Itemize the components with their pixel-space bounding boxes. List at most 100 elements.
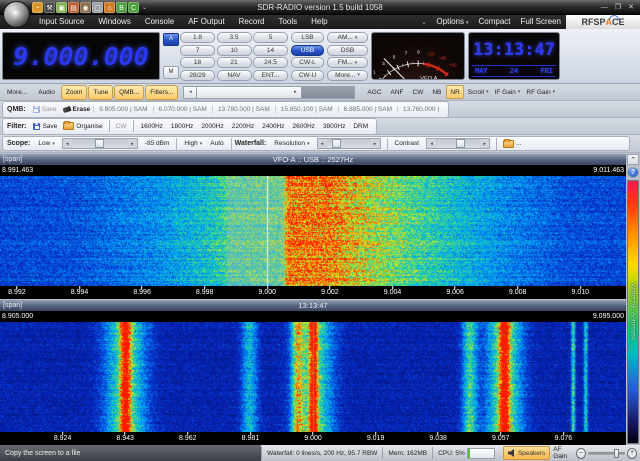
menu-item[interactable]: Console — [138, 15, 181, 29]
qmb-erase-button[interactable]: Erase — [60, 106, 94, 113]
timer-icon[interactable]: ◔ — [32, 2, 43, 13]
ribbon-chevron-icon[interactable]: ⌄ — [416, 19, 431, 26]
toolbar-button[interactable]: Zoom — [61, 85, 88, 100]
slider-thumb[interactable] — [614, 449, 619, 458]
menu-item[interactable]: Record — [232, 15, 272, 29]
waterfall-scheme-button[interactable]: ... — [500, 140, 524, 148]
waterfall1-span-label[interactable]: [span] — [3, 156, 22, 163]
frequency-display[interactable]: 9.000.000 — [2, 32, 160, 80]
keypad-button[interactable]: 3.5 — [217, 32, 252, 43]
slider-left-icon[interactable]: ◂ — [63, 141, 72, 147]
menu-item[interactable]: Help — [304, 15, 334, 29]
keypad-button[interactable]: 7 — [180, 45, 215, 56]
dsp-toggle[interactable]: NR — [446, 85, 463, 99]
gain-dropdown[interactable]: RF Gain▾ — [523, 86, 558, 98]
waterfall-colorbar[interactable]: Waterfall: Automatic — [627, 180, 639, 444]
dsp-toggle[interactable]: CW — [409, 85, 428, 99]
calendar-icon[interactable]: ▤ — [68, 2, 79, 13]
qmb-memory-button[interactable]: 13.760.000 | — [397, 106, 444, 113]
slider-thumb[interactable] — [95, 139, 104, 148]
toolbar-button[interactable]: QMB... — [114, 85, 144, 100]
filter-organise-button[interactable]: Organise — [60, 122, 105, 130]
speakers-button[interactable]: Speakers — [503, 446, 550, 460]
slider-right-icon[interactable]: ▸ — [128, 141, 137, 147]
collapse-icon[interactable]: ⌃ — [627, 154, 639, 165]
gain-dropdown[interactable]: Scroll▾ — [465, 86, 492, 98]
keypad-button[interactable]: ENT... — [253, 70, 288, 81]
mode-button[interactable]: LSB — [291, 32, 324, 43]
waterfall2-span-label[interactable]: [span] — [3, 302, 22, 309]
contacts-icon[interactable]: ◉ — [80, 2, 91, 13]
menu-item[interactable]: AF Output — [181, 15, 231, 29]
scope-dbm-button[interactable]: -85 dBm — [141, 137, 174, 150]
slider-right-icon[interactable]: ▸ — [371, 141, 380, 147]
memory-button[interactable]: M — [163, 66, 179, 79]
keypad-button[interactable]: 18 — [180, 57, 215, 68]
filter-width-button[interactable]: 1800Hz — [167, 123, 197, 130]
tools-icon[interactable]: ⚒ — [44, 2, 55, 13]
scroll-left-icon[interactable]: ◂ — [184, 87, 197, 98]
vfo-a-button[interactable]: A — [163, 33, 179, 46]
filter-width-button[interactable]: 2400Hz — [258, 123, 288, 130]
menu-right-item[interactable]: Options▾ — [431, 15, 473, 30]
filter-width-button[interactable]: 1600Hz — [137, 123, 167, 130]
qmb-memory-button[interactable]: 6.885.000 | SAM — [338, 106, 397, 113]
keypad-button[interactable]: 28/29 — [180, 70, 215, 81]
filter-width-button[interactable]: 2000Hz — [197, 123, 227, 130]
scroll-right-icon[interactable]: ▸ — [289, 87, 302, 98]
volume-down-button[interactable]: – — [576, 448, 586, 459]
keypad-button[interactable]: 1.8 — [180, 32, 215, 43]
dsp-toggle[interactable]: NB — [428, 85, 445, 99]
qmb-save-button[interactable]: Save — [30, 106, 60, 113]
mode-button[interactable]: More...▾ — [327, 70, 368, 81]
toolbar-button[interactable]: Audio — [33, 85, 60, 100]
qat-overflow-icon[interactable]: ⌄ — [142, 4, 147, 11]
keypad-button[interactable]: 21 — [217, 57, 252, 68]
qmb-memory-button[interactable]: 15.850.100 | SAM — [275, 106, 338, 113]
slider-thumb[interactable] — [456, 139, 465, 148]
gain-dropdown[interactable]: IF Gain▾ — [492, 86, 524, 98]
scrollbar-track[interactable] — [302, 87, 354, 98]
keypad-button[interactable]: 10 — [217, 45, 252, 56]
scrollbar-thumb[interactable] — [197, 87, 289, 98]
scope-low-slider[interactable]: ◂ ▸ — [62, 138, 138, 149]
qmb-memory-button[interactable]: 9.805.000 | SAM — [93, 106, 152, 113]
filter-width-button[interactable]: 3800Hz — [319, 123, 349, 130]
keypad-button[interactable]: 5 — [253, 32, 288, 43]
filter-cw-button[interactable]: CW — [113, 123, 130, 130]
filter-width-button[interactable]: 2200Hz — [228, 123, 258, 130]
waterfall-display-1[interactable] — [0, 176, 626, 286]
menu-right-item[interactable]: Compact — [474, 15, 516, 30]
keypad-button[interactable]: 14 — [253, 45, 288, 56]
waterfall1-header[interactable]: [span] VFO-A :: USB :: 2527Hz — [0, 153, 626, 165]
waterfall-resolution-dropdown[interactable]: Resolution▾ — [270, 137, 313, 150]
slider-left-icon[interactable]: ◂ — [427, 141, 436, 147]
vfo-c-icon[interactable]: C — [128, 2, 139, 13]
waterfall-resolution-slider[interactable]: ◂ ▸ — [317, 138, 381, 149]
keypad-button[interactable]: 24.5 — [253, 57, 288, 68]
menu-item[interactable]: Windows — [91, 15, 137, 29]
close-button[interactable]: ✕ — [628, 0, 634, 15]
dsp-toggle[interactable]: ANF — [387, 85, 408, 99]
mode-button[interactable]: DSB — [327, 45, 368, 56]
af-gain-slider[interactable] — [588, 452, 625, 455]
waterfall2-header[interactable]: [span] 13:13:47 — [0, 299, 626, 311]
qmb-memory-button[interactable]: 13.780.000 | SAM — [212, 106, 275, 113]
mode-button[interactable]: FM...▾ — [327, 57, 368, 68]
slider-thumb[interactable] — [332, 139, 341, 148]
scope-high-dropdown[interactable]: High▾ — [180, 137, 206, 150]
mode-button[interactable]: CW-U — [291, 70, 324, 81]
menu-item[interactable]: Tools — [271, 15, 304, 29]
scope-auto-button[interactable]: Auto — [206, 137, 227, 150]
volume-up-button[interactable]: + — [627, 448, 637, 459]
tune-scrollbar[interactable]: ◂ ▸ — [183, 86, 355, 99]
home-icon[interactable]: ⌂ — [104, 2, 115, 13]
toolbar-button[interactable]: More... — [2, 85, 32, 100]
waterfall-display-2[interactable] — [0, 322, 626, 432]
help-icon[interactable]: ? — [627, 167, 639, 178]
vfo-b-icon[interactable]: B — [116, 2, 127, 13]
toolbar-button[interactable]: Tune — [88, 85, 113, 100]
scope-low-dropdown[interactable]: Low▾ — [34, 137, 58, 150]
slider-left-icon[interactable]: ◂ — [318, 141, 327, 147]
mode-button[interactable]: AM...▾ — [327, 32, 368, 43]
